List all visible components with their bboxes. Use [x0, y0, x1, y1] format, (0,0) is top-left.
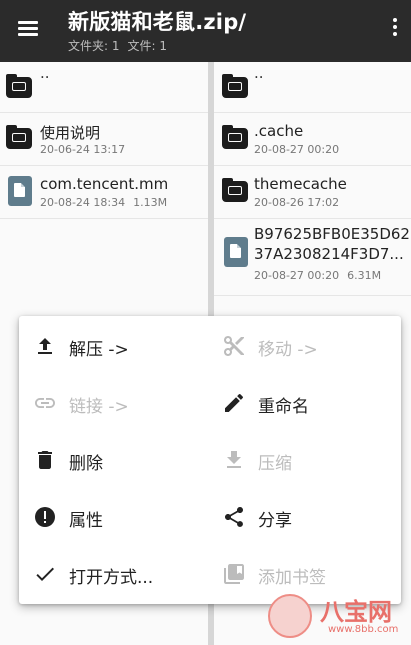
- menu-item-extract[interactable]: 解压 ->: [33, 326, 213, 366]
- item-date: 20-08-24 18:34: [40, 196, 126, 209]
- list-item-parent[interactable]: ..: [0, 62, 208, 113]
- menu-item-move[interactable]: 移动 ->: [222, 326, 402, 366]
- menu-item-open-with[interactable]: 打开方式...: [33, 554, 213, 594]
- menu-item-label: 解压 ->: [69, 340, 129, 360]
- item-meta: 20-08-24 18:34 1.13M: [40, 196, 167, 209]
- watermark-text: 八宝网: [320, 598, 392, 626]
- more-vert-icon[interactable]: [390, 18, 400, 42]
- item-date: 20-06-24 13:17: [40, 143, 126, 156]
- file-count: 文件: 1: [127, 39, 168, 53]
- menu-item-label: 移动 ->: [258, 340, 318, 360]
- menu-item-delete[interactable]: 删除: [33, 440, 213, 480]
- folder-icon: [222, 123, 248, 149]
- file-icon: [222, 237, 248, 267]
- item-date: 20-08-27 00:20: [254, 269, 340, 282]
- share-icon: [222, 505, 246, 529]
- menu-item-label: 压缩: [258, 454, 292, 474]
- item-name: themecache: [254, 175, 347, 193]
- folder-count: 文件夹: 1: [68, 39, 120, 53]
- list-item[interactable]: com.tencent.mm 20-08-24 18:34 1.13M: [0, 166, 208, 219]
- context-menu: 解压 -> 链接 -> 删除 属性 打开方式... 移动 -> 重命名 压缩 分…: [19, 316, 401, 604]
- item-meta: 20-08-27 00:20 6.31M: [254, 269, 381, 282]
- watermark-face-icon: [268, 594, 312, 638]
- folder-icon: [222, 72, 248, 98]
- folder-icon: [6, 123, 32, 149]
- menu-item-properties[interactable]: 属性: [33, 497, 213, 537]
- archive-title: 新版猫和老鼠.zip/: [68, 10, 247, 34]
- menu-item-label: 重命名: [258, 397, 309, 417]
- file-icon: [6, 176, 32, 206]
- menu-item-link[interactable]: 链接 ->: [33, 383, 213, 423]
- item-name: 使用说明: [40, 124, 101, 142]
- item-size: 1.13M: [133, 196, 168, 209]
- list-item[interactable]: B97625BFB0E35D62 37A2308214F3D7... 20-08…: [214, 219, 411, 296]
- extract-icon: [33, 334, 57, 358]
- item-size: 6.31M: [347, 269, 382, 282]
- app-bar: 新版猫和老鼠.zip/ 文件夹: 1 文件: 1: [0, 0, 411, 62]
- archive-counts: 文件夹: 1 文件: 1: [68, 37, 175, 54]
- parent-dir-label: ..: [40, 64, 50, 82]
- menu-item-share[interactable]: 分享: [222, 497, 402, 537]
- menu-item-label: 属性: [69, 511, 103, 531]
- bookmark-library-icon: [222, 562, 246, 586]
- watermark-url: www.8bb.com: [328, 624, 399, 635]
- menu-item-label: 删除: [69, 454, 103, 474]
- menu-item-rename[interactable]: 重命名: [222, 383, 402, 423]
- pencil-icon: [222, 391, 246, 415]
- trash-icon: [33, 448, 57, 472]
- item-date: 20-08-27 00:20: [254, 143, 340, 156]
- folder-icon: [222, 176, 248, 202]
- list-item-parent[interactable]: ..: [214, 62, 411, 113]
- list-item[interactable]: themecache 20-08-26 17:02: [214, 166, 411, 219]
- menu-item-compress[interactable]: 压缩: [222, 440, 402, 480]
- scissors-icon: [222, 334, 246, 358]
- menu-item-label: 分享: [258, 511, 292, 531]
- check-icon: [33, 562, 57, 586]
- menu-item-add-bookmark[interactable]: 添加书签: [222, 554, 402, 594]
- menu-item-label: 链接 ->: [69, 397, 129, 417]
- folder-icon: [6, 72, 32, 98]
- item-name: com.tencent.mm: [40, 175, 169, 193]
- item-name: .cache: [254, 122, 304, 140]
- watermark-logo: 八宝网 www.8bb.com: [268, 592, 408, 642]
- list-item[interactable]: .cache 20-08-27 00:20: [214, 113, 411, 166]
- list-item[interactable]: 使用说明 20-06-24 13:17: [0, 113, 208, 166]
- menu-item-label: 添加书签: [258, 568, 326, 588]
- info-alert-icon: [33, 505, 57, 529]
- item-name-line1: B97625BFB0E35D62: [254, 225, 410, 243]
- menu-item-label: 打开方式...: [69, 568, 154, 588]
- item-date: 20-08-26 17:02: [254, 196, 340, 209]
- hamburger-menu-icon[interactable]: [16, 16, 40, 40]
- compress-download-icon: [222, 448, 246, 472]
- link-icon: [33, 391, 57, 415]
- item-name-line2: 37A2308214F3D7...: [254, 245, 404, 263]
- parent-dir-label: ..: [254, 64, 264, 82]
